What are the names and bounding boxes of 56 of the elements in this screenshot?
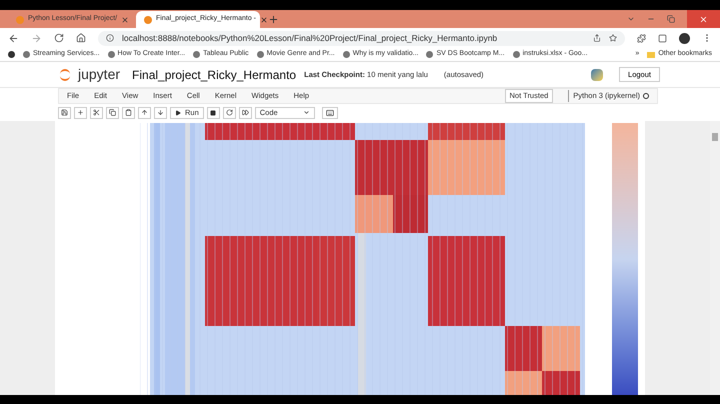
- scissors-icon: [93, 109, 100, 116]
- close-icon[interactable]: [260, 16, 268, 24]
- back-icon[interactable]: [8, 32, 19, 44]
- stop-button[interactable]: [206, 106, 220, 118]
- bookmark-favicon-icon: [108, 51, 115, 58]
- star-icon[interactable]: [609, 34, 617, 42]
- tab-favicon-icon: [16, 16, 24, 24]
- notebook-title[interactable]: Final_project_Ricky_Hermanto: [132, 66, 296, 84]
- info-icon: [106, 34, 114, 42]
- keyboard-icon: [326, 108, 334, 116]
- jupyter-logo-text: jupyter: [78, 65, 120, 84]
- tab-search-icon[interactable]: [627, 15, 635, 23]
- bookmark-favicon-icon: [256, 51, 264, 58]
- copy-icon: [109, 109, 116, 116]
- copy-button[interactable]: [106, 106, 119, 118]
- python-logo-icon: [591, 68, 604, 80]
- url-text: localhost:8888/notebooks/Python%20Lesson/Final%20Project/Final_project_Ricky_Hermanto.ipynb: [122, 32, 498, 44]
- avatar-icon[interactable]: [679, 32, 690, 44]
- close-icon: [699, 14, 708, 24]
- plus-icon: [77, 109, 84, 116]
- keyboard-button[interactable]: [322, 106, 338, 118]
- save-button[interactable]: [58, 106, 71, 118]
- play-icon: [175, 110, 181, 116]
- apps-icon: [8, 51, 15, 58]
- tab-favicon-icon: [144, 16, 152, 24]
- restart-button[interactable]: [222, 106, 236, 118]
- bookmark-favicon-icon: [426, 51, 434, 58]
- new-tab-icon[interactable]: [268, 14, 279, 24]
- fast-forward-icon: [242, 109, 249, 116]
- save-icon: [61, 109, 68, 116]
- cut-button[interactable]: [90, 106, 103, 118]
- down-arrow-icon: [157, 109, 164, 116]
- kernel-idle-icon: [643, 93, 649, 99]
- insert-cell-button[interactable]: [74, 106, 87, 118]
- move-up-button[interactable]: [138, 106, 151, 118]
- extensions-icon[interactable]: [637, 34, 646, 42]
- reload-icon[interactable]: [54, 33, 64, 43]
- jupyter-logo-icon: [60, 68, 70, 80]
- folder-icon: [647, 52, 656, 58]
- caret-icon: [302, 109, 310, 116]
- home-icon[interactable]: [76, 33, 86, 43]
- restart-icon: [226, 109, 233, 116]
- address-bar[interactable]: localhost:8888/notebooks/Python%20Lesson/Final%20Project/Final_project_Ricky_Hermanto.ipynb: [98, 30, 625, 46]
- move-down-button[interactable]: [154, 106, 167, 118]
- up-arrow-icon: [141, 109, 148, 116]
- bookmark-favicon-icon: [23, 51, 30, 58]
- bookmark-favicon-icon: [342, 51, 350, 58]
- side-panel-icon[interactable]: [658, 34, 667, 42]
- stop-icon: [210, 110, 216, 116]
- restore-icon[interactable]: [667, 15, 675, 23]
- bookmark-favicon-icon: [512, 51, 520, 58]
- share-icon[interactable]: [593, 34, 601, 42]
- clipboard-icon: [125, 109, 132, 116]
- run-all-button[interactable]: [238, 106, 252, 118]
- paste-button[interactable]: [122, 106, 135, 118]
- bookmark-favicon-icon: [193, 51, 200, 58]
